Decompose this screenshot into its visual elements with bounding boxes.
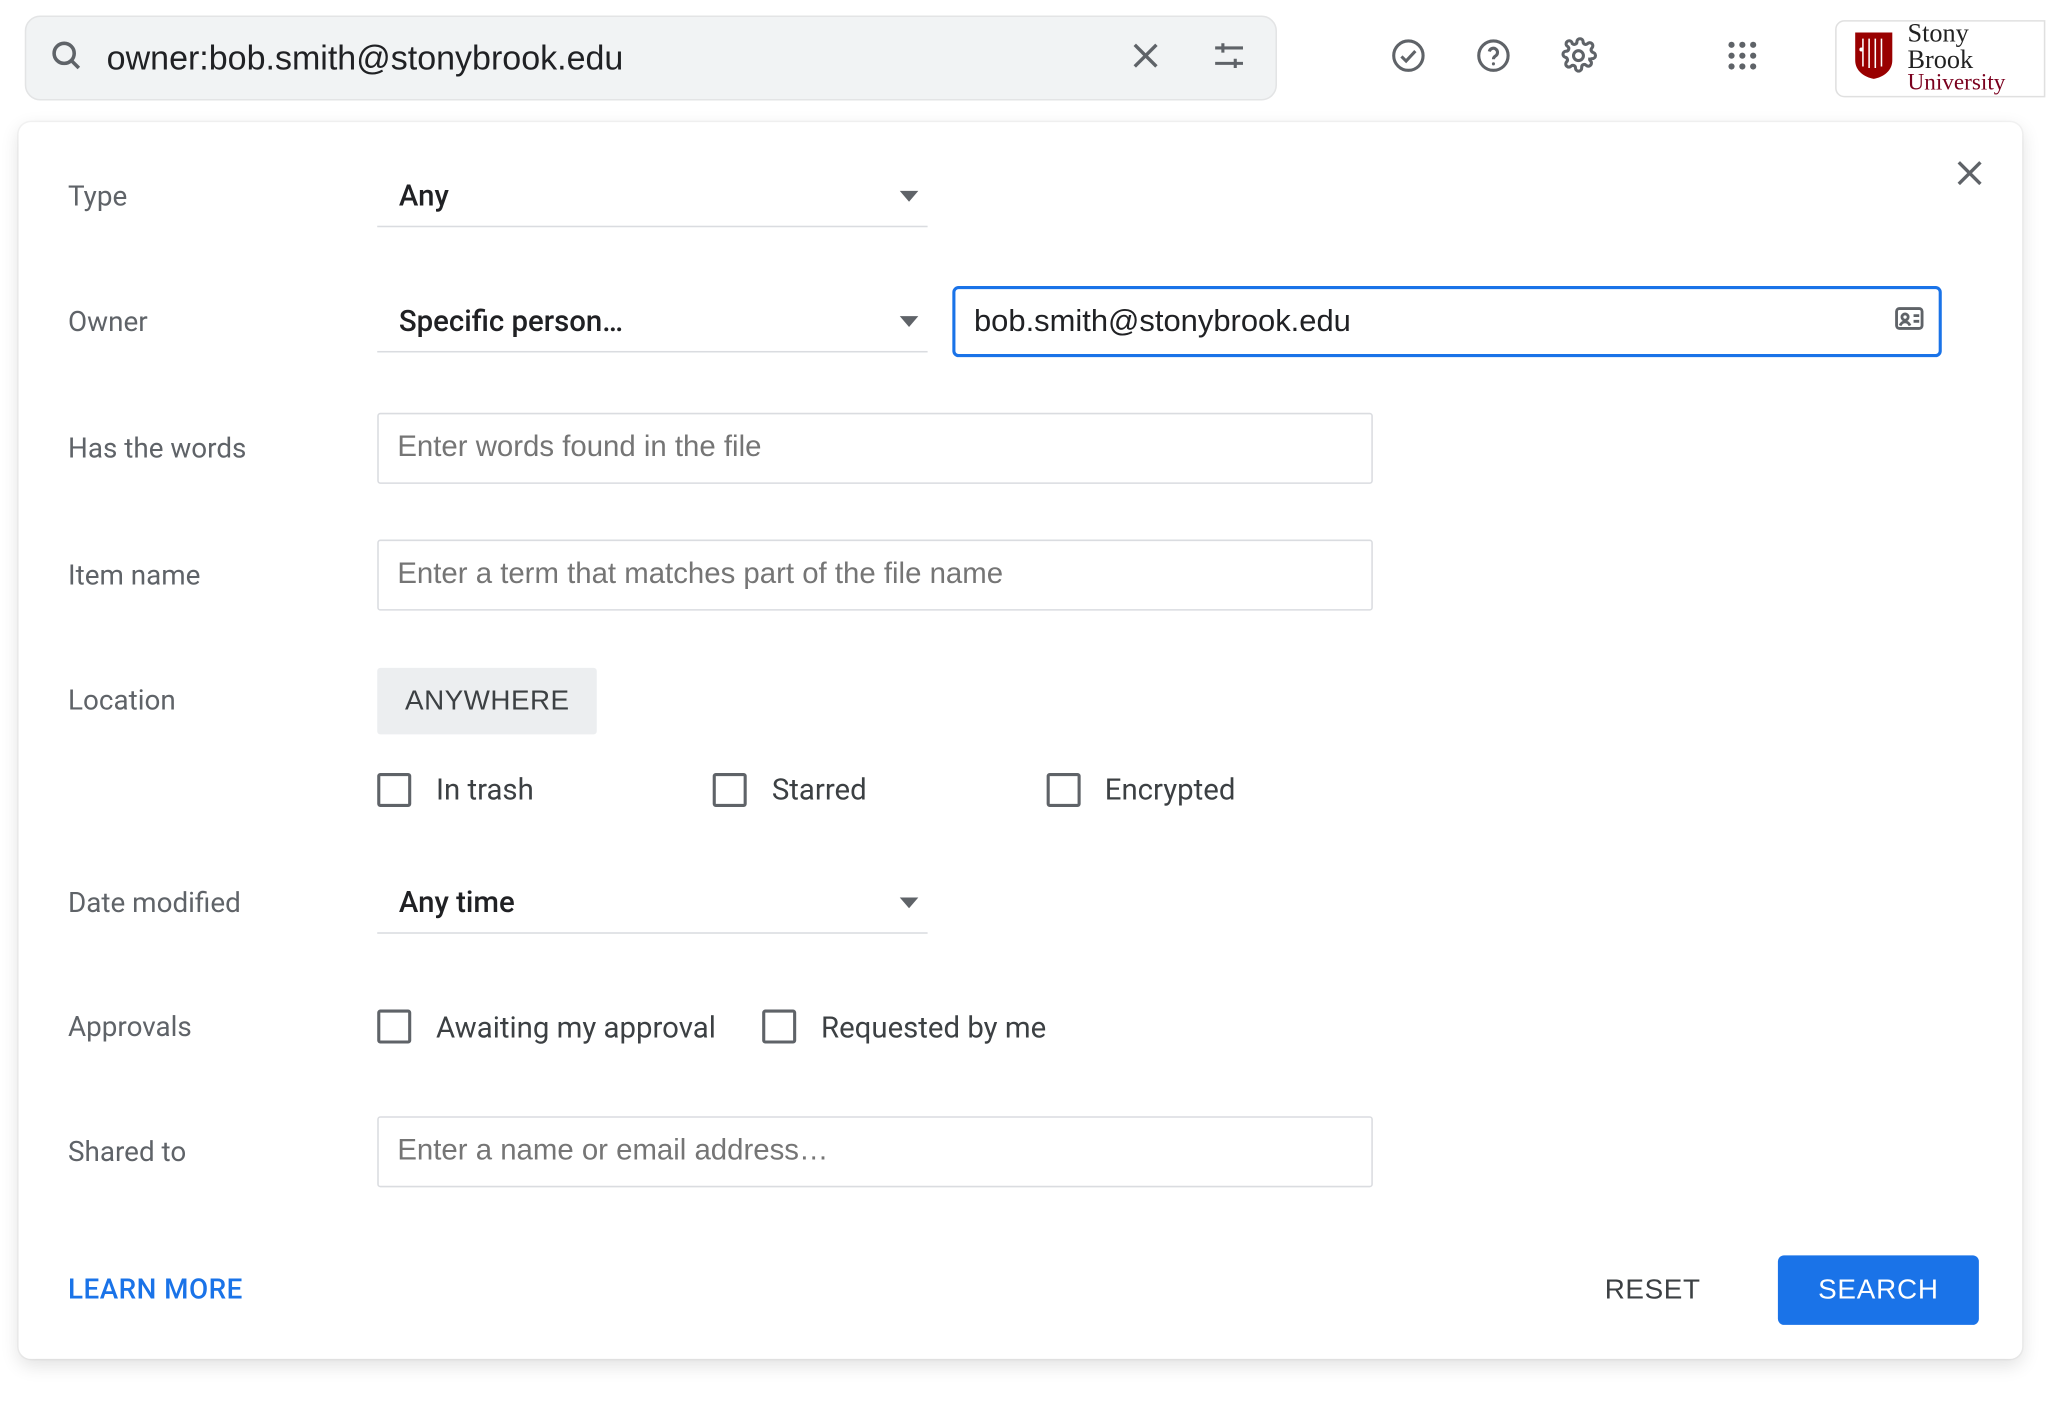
- awaiting-approval-label: Awaiting my approval: [436, 1009, 716, 1045]
- owner-value: Specific person…: [399, 303, 623, 339]
- search-icon: [48, 36, 85, 79]
- type-label: Type: [68, 180, 377, 212]
- check-circle-icon: [1389, 37, 1426, 79]
- date-modified-select[interactable]: Any time: [377, 872, 927, 934]
- chevron-down-icon: [900, 190, 919, 201]
- advanced-search-panel: Type Any Owner Specific person… Has the …: [19, 122, 2023, 1359]
- checkbox-icon: [762, 1010, 796, 1044]
- apps-grid-icon: [1723, 37, 1760, 79]
- chevron-down-icon: [900, 897, 919, 908]
- contact-card-icon[interactable]: [1892, 301, 1926, 341]
- awaiting-approval-checkbox[interactable]: Awaiting my approval: [377, 1009, 716, 1045]
- encrypted-label: Encrypted: [1105, 771, 1236, 807]
- location-checkboxes: In trash Starred Encrypted: [377, 771, 1979, 807]
- top-bar: Stony Brook University: [0, 0, 2048, 116]
- brand-line1: Stony Brook: [1907, 20, 2028, 73]
- date-modified-value: Any time: [399, 884, 515, 920]
- chevron-down-icon: [900, 315, 919, 326]
- settings-button[interactable]: [1550, 27, 1608, 89]
- in-trash-checkbox[interactable]: In trash: [377, 771, 534, 807]
- location-chip[interactable]: ANYWHERE: [377, 667, 597, 733]
- item-name-input[interactable]: [377, 540, 1373, 611]
- offline-ready-button[interactable]: [1379, 27, 1437, 89]
- owner-person-field[interactable]: [952, 286, 1941, 357]
- starred-label: Starred: [772, 771, 867, 807]
- tune-icon: [1211, 37, 1248, 79]
- encrypted-checkbox[interactable]: Encrypted: [1046, 771, 1235, 807]
- close-icon: [1127, 37, 1164, 79]
- search-options-button[interactable]: [1198, 27, 1260, 89]
- checkbox-icon: [1046, 772, 1080, 806]
- clear-search-button[interactable]: [1115, 27, 1177, 89]
- location-label: Location: [68, 684, 377, 716]
- item-name-label: Item name: [68, 559, 377, 591]
- type-value: Any: [399, 178, 449, 214]
- shield-icon: [1852, 29, 1895, 88]
- requested-by-me-label: Requested by me: [821, 1009, 1046, 1045]
- reset-button[interactable]: RESET: [1571, 1255, 1735, 1325]
- top-right-icons: Stony Brook University: [1379, 19, 2048, 96]
- checkbox-icon: [377, 1010, 411, 1044]
- learn-more-link[interactable]: LEARN MORE: [68, 1274, 243, 1306]
- brand-badge: Stony Brook University: [1835, 19, 2046, 96]
- approvals-label: Approvals: [68, 1010, 377, 1042]
- apps-button[interactable]: [1713, 27, 1771, 89]
- search-input[interactable]: [107, 38, 1093, 78]
- brand-line2: University: [1907, 73, 2028, 96]
- has-words-input[interactable]: [377, 413, 1373, 484]
- starred-checkbox[interactable]: Starred: [713, 771, 867, 807]
- owner-select[interactable]: Specific person…: [377, 291, 927, 353]
- close-icon: [1951, 154, 1988, 196]
- date-modified-label: Date modified: [68, 887, 377, 919]
- close-panel-button[interactable]: [1939, 144, 2001, 206]
- has-words-label: Has the words: [68, 432, 377, 464]
- type-select[interactable]: Any: [377, 165, 927, 227]
- owner-label: Owner: [68, 305, 377, 337]
- shared-to-input[interactable]: [377, 1116, 1373, 1187]
- support-button[interactable]: [1465, 27, 1523, 89]
- panel-footer: LEARN MORE RESET SEARCH: [68, 1255, 1979, 1325]
- search-bar: [25, 15, 1277, 100]
- checkbox-icon: [713, 772, 747, 806]
- help-icon: [1475, 37, 1512, 79]
- in-trash-label: In trash: [436, 771, 534, 807]
- checkbox-icon: [377, 772, 411, 806]
- search-button[interactable]: SEARCH: [1778, 1255, 1979, 1325]
- shared-to-label: Shared to: [68, 1136, 377, 1168]
- gear-icon: [1561, 37, 1598, 79]
- owner-person-input[interactable]: [974, 304, 1892, 340]
- requested-by-me-checkbox[interactable]: Requested by me: [762, 1009, 1046, 1045]
